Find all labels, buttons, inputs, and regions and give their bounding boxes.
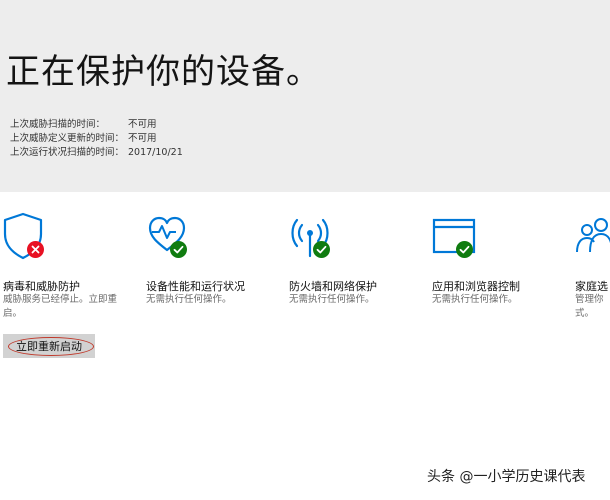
family-icon [575,212,610,260]
wifi-antenna-icon [289,212,339,260]
tile-status-text: 无需执行任何操作。 [146,294,232,305]
browser-window-icon [432,212,482,260]
scan-info-value: 2017/10/21 [128,147,183,158]
status-header: 正在保护你的设备。 上次威胁扫描的时间： 不可用 上次威胁定义更新的时间： 不可用 … [0,0,610,192]
tile-status-text: 无需执行任何操作。 [289,294,375,305]
restart-now-button[interactable]: 立即重新启动 [3,334,95,358]
tile-family-options[interactable]: 家庭选 管理你式。 [575,212,610,332]
check-badge-icon [313,241,330,258]
tile-device-performance-health[interactable]: 设备性能和运行状况 无需执行任何操作。 [146,212,286,305]
scan-info-label: 上次威胁扫描的时间： [10,119,106,130]
tile-status-text: 威胁服务已经停止。立即重启。 [3,294,118,319]
watermark: 头条 @一小学历史课代表 [427,469,586,485]
scan-info-row: 上次运行状况扫描的时间： 2017/10/21 [10,144,183,158]
scan-info-label: 上次运行状况扫描的时间： [10,147,125,158]
heart-icon [146,212,196,260]
scan-info-label: 上次威胁定义更新的时间： [10,133,125,144]
tile-firewall-network[interactable]: 防火墙和网络保护 无需执行任何操作。 [289,212,429,305]
restart-now-label: 立即重新启动 [16,340,82,353]
tile-title: 应用和浏览器控制 [432,280,520,293]
tile-title: 防火墙和网络保护 [289,280,377,293]
tile-status-text: 无需执行任何操作。 [432,294,518,305]
shield-icon [3,212,53,260]
tile-title: 病毒和威胁防护 [3,280,80,293]
scan-info-value: 不可用 [128,119,157,130]
tile-title: 家庭选 [575,280,608,293]
tile-status-text: 管理你式。 [575,294,604,319]
tile-virus-threat-protection[interactable]: 病毒和威胁防护 威胁服务已经停止。立即重启。 [3,212,143,319]
error-badge-icon [27,241,44,258]
check-badge-icon [456,241,473,258]
scan-info-row: 上次威胁扫描的时间： 不可用 [10,116,157,130]
scan-info-value: 不可用 [128,133,157,144]
check-badge-icon [170,241,187,258]
tile-title: 设备性能和运行状况 [146,280,245,293]
scan-info-row: 上次威胁定义更新的时间： 不可用 [10,130,157,144]
page-title: 正在保护你的设备。 [6,52,321,92]
tile-app-browser-control[interactable]: 应用和浏览器控制 无需执行任何操作。 [432,212,572,305]
